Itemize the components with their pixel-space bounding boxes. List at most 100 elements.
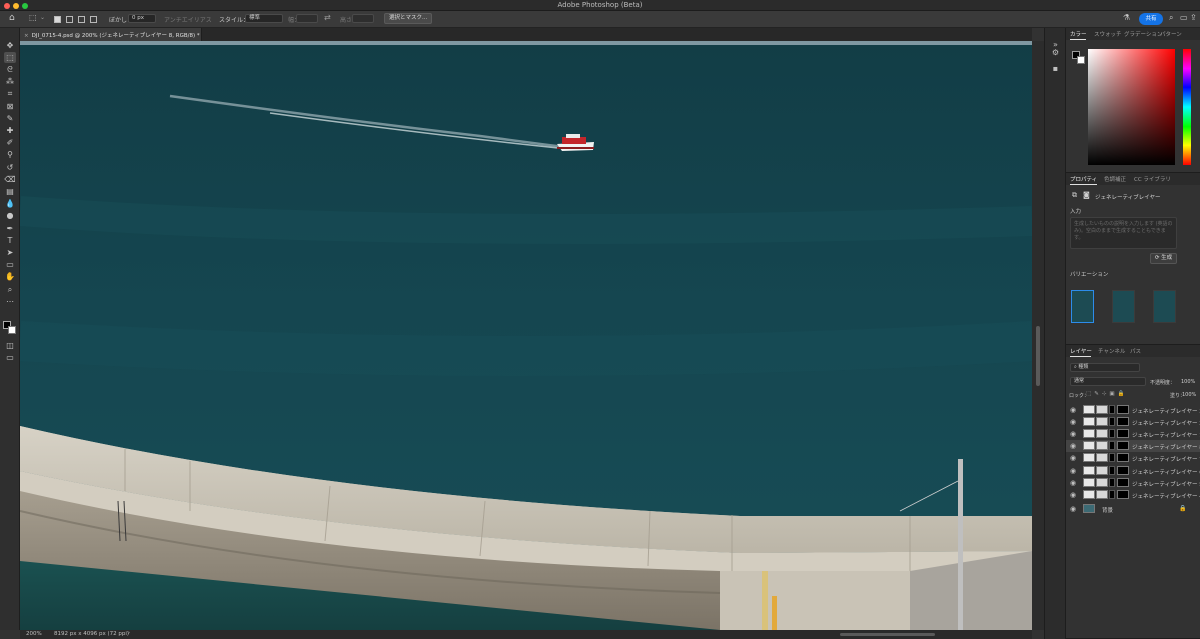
background-color-swatch[interactable] xyxy=(8,326,16,334)
type-icon[interactable]: T xyxy=(4,235,16,246)
visibility-eye-icon[interactable]: ◉ xyxy=(1070,406,1076,414)
visibility-eye-icon[interactable]: ◉ xyxy=(1070,505,1076,513)
opacity-value[interactable]: 100% xyxy=(1181,379,1195,385)
hand-icon[interactable]: ✋ xyxy=(4,272,16,283)
comments-icon[interactable]: ▪ xyxy=(1050,64,1061,74)
gradient-icon[interactable]: ▤ xyxy=(4,186,16,197)
tab-adjustments[interactable]: 色調補正 xyxy=(1104,175,1126,183)
tab-channels[interactable]: チャンネル xyxy=(1098,347,1125,355)
layer-name: ジェネレーティブレイヤー 7 xyxy=(1132,457,1200,464)
variation-thumbnail[interactable] xyxy=(1153,290,1176,323)
visibility-eye-icon[interactable]: ◉ xyxy=(1070,454,1076,462)
canvas-scrollbar[interactable] xyxy=(1032,41,1044,630)
layer-row[interactable]: ◉ ジェネレーティブレイヤー 1 xyxy=(1066,428,1200,440)
share-button[interactable]: 共有 xyxy=(1139,13,1163,25)
crop-icon[interactable]: ⌗ xyxy=(4,89,16,100)
visibility-eye-icon[interactable]: ◉ xyxy=(1070,442,1076,450)
chevron-down-icon[interactable]: ⌄ xyxy=(40,14,45,21)
pen-icon[interactable]: ✒ xyxy=(4,223,16,234)
home-icon[interactable]: ⌂ xyxy=(9,13,15,23)
layer-row[interactable]: ◉ ジェネレーティブレイヤー 4 xyxy=(1066,489,1200,501)
magic-wand-icon[interactable]: ⁂ xyxy=(4,77,16,88)
add-selection-icon[interactable] xyxy=(66,16,73,23)
layer-row[interactable]: ◉ ジェネレーティブレイヤー 3 xyxy=(1066,404,1200,416)
style-select[interactable]: 標準 xyxy=(245,14,283,23)
lock-icons[interactable]: ⬚✎⊹▣🔒 xyxy=(1086,391,1127,397)
variation-thumbnail[interactable] xyxy=(1071,290,1094,323)
history-panel-icon[interactable] xyxy=(1051,38,1062,48)
zoom-level[interactable]: 200% xyxy=(26,631,42,637)
tab-paths[interactable]: パス xyxy=(1130,347,1141,355)
healing-brush-icon[interactable]: ✚ xyxy=(4,125,16,136)
zoom-icon[interactable]: ⌕ xyxy=(4,284,16,295)
visibility-eye-icon[interactable]: ◉ xyxy=(1070,430,1076,438)
tab-swatches[interactable]: スウォッチ xyxy=(1094,30,1122,38)
new-selection-icon[interactable] xyxy=(54,16,61,23)
tab-layers[interactable]: レイヤー xyxy=(1070,347,1092,355)
chevron-right-icon[interactable]: › xyxy=(128,630,130,636)
clone-stamp-icon[interactable]: ⚲ xyxy=(4,150,16,161)
intersect-selection-icon[interactable] xyxy=(90,16,97,23)
shape-icon[interactable]: ▭ xyxy=(4,260,16,271)
variation-thumbnail[interactable] xyxy=(1112,290,1135,323)
antialias-checkbox[interactable]: アンチエイリアス xyxy=(164,15,212,24)
layer-row[interactable]: ◉ ジェネレーティブレイヤー 7 xyxy=(1066,452,1200,464)
layer-row[interactable]: ◉ ジェネレーティブレイヤー 5 xyxy=(1066,477,1200,489)
swap-icon[interactable]: ⇄ xyxy=(324,13,331,22)
screen-mode-icon[interactable]: ▭ xyxy=(4,352,16,363)
lasso-icon[interactable]: ᘓ xyxy=(4,64,16,75)
layer-name: ジェネレーティブレイヤー 6 xyxy=(1132,469,1200,476)
visibility-eye-icon[interactable]: ◉ xyxy=(1070,491,1076,499)
share-icon[interactable]: ⇪ xyxy=(1190,13,1197,22)
eraser-icon[interactable]: ⌫ xyxy=(4,174,16,185)
visibility-eye-icon[interactable]: ◉ xyxy=(1070,418,1076,426)
tab-gradients[interactable]: グラデーション xyxy=(1124,30,1162,38)
flask-icon[interactable]: ⚗ xyxy=(1123,13,1130,22)
document-canvas[interactable] xyxy=(20,41,1032,630)
select-and-mask-button[interactable]: 選択とマスク... xyxy=(384,13,433,24)
layer-row[interactable]: ◉ ジェネレーティブレイヤー 2 xyxy=(1066,416,1200,428)
blend-mode-select[interactable]: 通常 xyxy=(1070,377,1146,386)
subtract-selection-icon[interactable] xyxy=(78,16,85,23)
color-field[interactable] xyxy=(1088,49,1175,165)
generative-layer-icon xyxy=(1096,441,1108,451)
layer-name: ジェネレーティブレイヤー 4 xyxy=(1132,493,1200,500)
width-input[interactable] xyxy=(296,14,318,23)
blur-icon[interactable]: 💧 xyxy=(4,199,16,210)
tab-color[interactable]: カラー xyxy=(1070,30,1087,38)
fill-value[interactable]: 100% xyxy=(1182,392,1196,398)
horizontal-scrollbar-thumb[interactable] xyxy=(840,633,935,636)
frame-icon[interactable]: ⊠ xyxy=(4,101,16,112)
move-icon[interactable]: ✥ xyxy=(4,40,16,51)
height-input[interactable] xyxy=(352,14,374,23)
quick-mask-icon[interactable]: ◫ xyxy=(4,340,16,351)
layer-row[interactable]: ◉ ジェネレーティブレイヤー 6 xyxy=(1066,465,1200,477)
search-icon[interactable]: ⌕ xyxy=(1169,13,1173,23)
tab-cc-libraries[interactable]: CC ライブラリ xyxy=(1134,175,1171,183)
visibility-eye-icon[interactable]: ◉ xyxy=(1070,479,1076,487)
feather-input[interactable]: 0 px xyxy=(128,14,156,23)
tab-patterns[interactable]: パターン xyxy=(1160,30,1182,38)
adjust-icon[interactable]: ⚙ xyxy=(1050,48,1061,58)
visibility-eye-icon[interactable]: ◉ xyxy=(1070,467,1076,475)
workspace-icon[interactable]: ▭ xyxy=(1180,13,1188,22)
background-color-chip[interactable] xyxy=(1077,56,1085,64)
scrollbar-thumb[interactable] xyxy=(1036,326,1040,386)
brush-icon[interactable]: ✐ xyxy=(4,138,16,149)
hue-slider[interactable] xyxy=(1183,49,1191,165)
document-tab[interactable]: × DJI_0715-4.psd @ 200% (ジェネレーティブレイヤー 8, … xyxy=(20,28,202,41)
marquee-icon[interactable]: ⬚ xyxy=(4,52,16,64)
prompt-input[interactable]: 生成したいものの説明を入力します (英語のみ)。空白のままで生成することもできま… xyxy=(1070,217,1177,249)
dodge-icon[interactable]: ● xyxy=(4,211,16,222)
history-brush-icon[interactable]: ↺ xyxy=(4,162,16,173)
background-layer-row[interactable]: ◉ 背景 🔒 xyxy=(1066,503,1200,515)
more-tools-icon[interactable]: ⋯ xyxy=(4,296,16,307)
path-select-icon[interactable]: ➤ xyxy=(4,247,16,258)
marquee-preset-icon[interactable]: ⬚ xyxy=(29,13,37,22)
generate-button[interactable]: ⟳ 生成 xyxy=(1150,253,1177,264)
layer-filter-select[interactable]: ⌕ 種類 xyxy=(1070,363,1140,372)
close-tab-icon[interactable]: × xyxy=(24,33,29,39)
layer-row[interactable]: ◉ ジェネレーティブレイヤー 8 xyxy=(1066,440,1200,453)
tab-properties[interactable]: プロパティ xyxy=(1070,175,1097,183)
eyedropper-icon[interactable]: ✎ xyxy=(4,113,16,124)
